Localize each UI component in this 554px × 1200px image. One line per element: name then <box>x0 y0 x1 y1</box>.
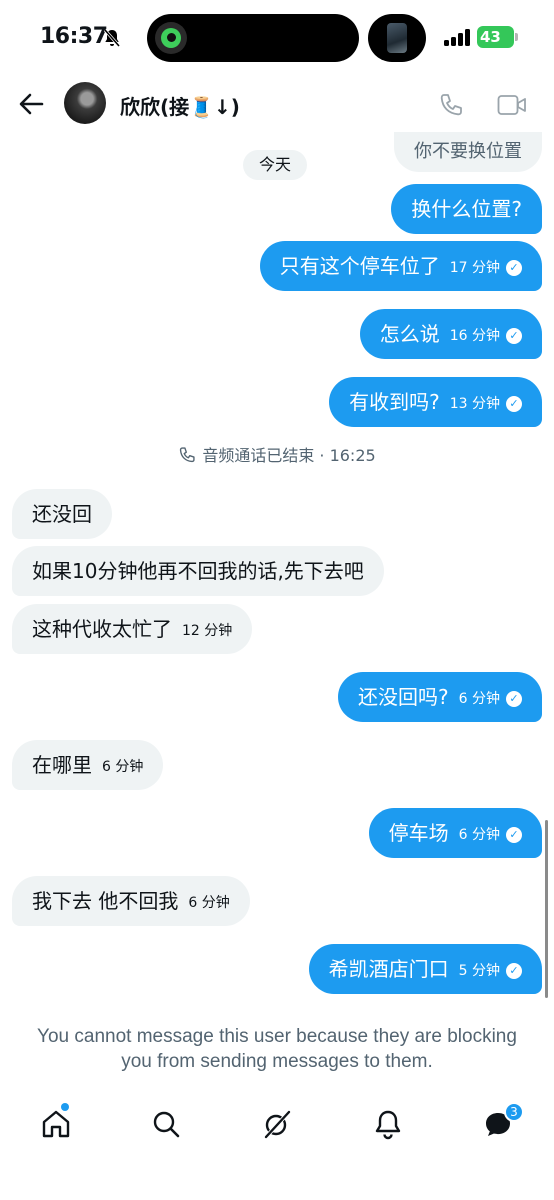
home-icon[interactable] <box>40 1108 72 1140</box>
message-bubble-sent[interactable]: 只有这个停车位了 17 分钟 ✓ <box>259 241 542 291</box>
notifications-bell-icon[interactable] <box>372 1108 404 1140</box>
bottom-navigation: 3 <box>0 1098 554 1152</box>
status-bar: 16:37 43 <box>0 0 554 78</box>
message-time: 13 分钟 <box>449 395 500 412</box>
message-bubble-sent[interactable]: 还没回吗? 6 分钟 ✓ <box>338 672 542 722</box>
message-bubble-received[interactable]: 你不要换位置 <box>394 132 542 172</box>
message-text: 只有这个停车位了 <box>279 254 440 278</box>
message-time: 12 分钟 <box>182 622 233 639</box>
battery-icon: 43 <box>477 26 514 48</box>
message-text: 换什么位置? <box>411 197 522 221</box>
battery-tip <box>515 33 518 41</box>
message-text: 这种代收太忙了 <box>32 617 172 641</box>
call-ended-notice: 音频通话已结束 · 16:25 <box>0 442 554 466</box>
message-bubble-received[interactable]: 我下去 他不回我 6 分钟 <box>12 876 250 926</box>
message-time: 16 分钟 <box>449 327 500 344</box>
scrollbar[interactable] <box>545 820 548 998</box>
contact-name[interactable]: 欣欣(接🧵↓) <box>120 91 240 120</box>
video-call-icon[interactable] <box>497 94 527 116</box>
message-text: 你不要换位置 <box>414 141 522 162</box>
message-text: 如果10分钟他再不回我的话,先下去吧 <box>32 559 364 583</box>
day-separator: 今天 <box>243 150 308 180</box>
phone-icon[interactable] <box>438 92 464 118</box>
message-bubble-sent[interactable]: 怎么说 16 分钟 ✓ <box>359 309 542 359</box>
live-activity-icon <box>155 22 187 54</box>
read-check-icon: ✓ <box>506 259 522 276</box>
read-check-icon: ✓ <box>506 395 522 412</box>
battery-level: 43 <box>480 28 501 46</box>
read-check-icon: ✓ <box>506 826 522 843</box>
phone-icon <box>180 447 195 463</box>
bell-off-icon <box>103 29 121 47</box>
message-list[interactable]: 你不要换位置 今天 换什么位置? 只有这个停车位了 17 分钟 ✓ 怎么说 16 分钟… <box>0 132 554 1010</box>
status-time: 16:37 <box>40 24 108 49</box>
message-bubble-sent[interactable]: 换什么位置? <box>391 184 542 234</box>
media-thumbnail <box>368 14 426 62</box>
read-check-icon: ✓ <box>506 690 522 707</box>
message-bubble-received[interactable]: 还没回 <box>12 489 112 539</box>
avatar[interactable] <box>64 82 106 124</box>
blocked-notice: You cannot message this user because the… <box>37 1026 517 1072</box>
message-text: 怎么说 <box>379 322 440 346</box>
search-icon[interactable] <box>150 1108 182 1140</box>
message-time: 6 分钟 <box>188 894 230 911</box>
message-text: 停车场 <box>388 821 449 845</box>
messages-badge: 3 <box>504 1102 524 1122</box>
message-text: 还没回吗? <box>358 685 449 709</box>
dynamic-island <box>147 14 359 62</box>
message-time: 6 分钟 <box>458 690 500 707</box>
message-bubble-received[interactable]: 在哪里 6 分钟 <box>12 740 164 790</box>
signal-icon <box>444 29 470 46</box>
message-time: 5 分钟 <box>458 962 500 979</box>
message-time: 6 分钟 <box>458 826 500 843</box>
message-text: 希凯酒店门口 <box>328 957 449 981</box>
call-ended-text: 音频通话已结束 · 16:25 <box>202 446 376 465</box>
message-text: 我下去 他不回我 <box>32 889 179 913</box>
message-bubble-received[interactable]: 如果10分钟他再不回我的话,先下去吧 <box>12 546 384 596</box>
message-text: 有收到吗? <box>349 390 440 414</box>
home-notification-dot <box>61 1103 69 1111</box>
read-check-icon: ✓ <box>506 962 522 979</box>
message-bubble-sent[interactable]: 停车场 6 分钟 ✓ <box>368 808 542 858</box>
grok-icon[interactable] <box>261 1108 293 1140</box>
message-bubble-sent[interactable]: 有收到吗? 13 分钟 ✓ <box>329 377 542 427</box>
back-arrow-icon[interactable] <box>18 91 44 117</box>
message-time: 17 分钟 <box>449 259 500 276</box>
conversation-header: 欣欣(接🧵↓) <box>0 78 554 132</box>
message-bubble-sent[interactable]: 希凯酒店门口 5 分钟 ✓ <box>308 944 542 994</box>
message-text: 在哪里 <box>32 753 92 777</box>
message-bubble-received[interactable]: 这种代收太忙了 12 分钟 <box>12 604 253 654</box>
message-time: 6 分钟 <box>102 758 144 775</box>
message-text: 还没回 <box>32 502 92 526</box>
read-check-icon: ✓ <box>506 327 522 344</box>
